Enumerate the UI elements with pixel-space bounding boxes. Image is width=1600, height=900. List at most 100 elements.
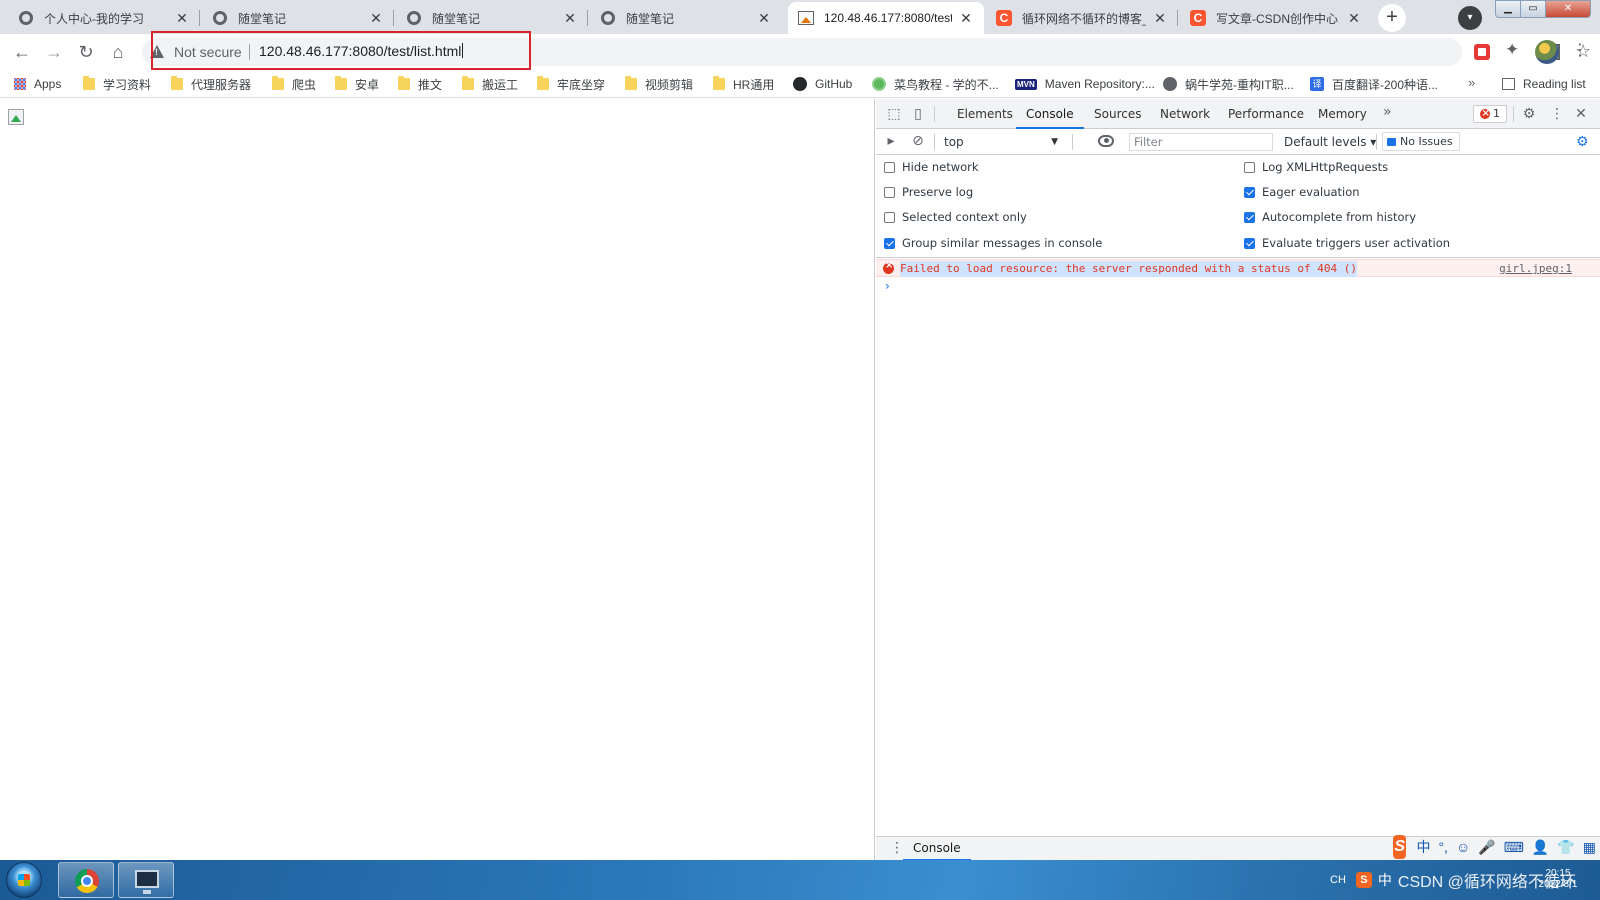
device-toolbar-icon[interactable]: ▯ bbox=[910, 106, 926, 122]
close-icon[interactable]: ✕ bbox=[958, 10, 974, 27]
ime-chinese-mode[interactable]: 中 bbox=[1416, 837, 1430, 857]
new-tab-button[interactable]: + bbox=[1378, 4, 1406, 32]
checkbox[interactable] bbox=[884, 186, 895, 198]
bookmark-snail[interactable]: 蜗牛学苑-重构IT职... bbox=[1163, 75, 1294, 93]
devtools-kebab-icon[interactable]: ⋮ bbox=[1549, 106, 1565, 122]
option-evaluate-triggers[interactable]: Evaluate triggers user activation bbox=[1244, 235, 1450, 251]
inspect-element-icon[interactable]: ⬚ bbox=[886, 106, 902, 122]
checkbox[interactable] bbox=[1244, 237, 1255, 249]
reading-list-button[interactable]: Reading list bbox=[1502, 75, 1586, 93]
bookmark-folder[interactable]: 视频剪辑 bbox=[625, 75, 693, 93]
option-autocomplete-history[interactable]: Autocomplete from history bbox=[1244, 209, 1416, 225]
option-eager-evaluation[interactable]: Eager evaluation bbox=[1244, 184, 1360, 200]
bookmark-github[interactable]: GitHub bbox=[793, 75, 852, 93]
checkbox[interactable] bbox=[1244, 211, 1255, 223]
issues-button[interactable]: No Issues bbox=[1382, 132, 1460, 151]
extensions-puzzle-icon[interactable]: ✦ bbox=[1505, 40, 1519, 60]
ime-skin-icon[interactable]: 👕 bbox=[1557, 839, 1574, 856]
tab-memory[interactable]: Memory bbox=[1318, 99, 1367, 129]
ime-punctuation-icon[interactable]: °, bbox=[1438, 839, 1448, 855]
browser-tab-active[interactable]: 120.48.46.177:8080/test/ ✕ bbox=[788, 2, 984, 34]
bookmark-folder[interactable]: 代理服务器 bbox=[171, 75, 251, 93]
option-preserve-log[interactable]: Preserve log bbox=[884, 184, 973, 200]
ime-mode-indicator[interactable]: 中 bbox=[1378, 870, 1392, 890]
tab-sources[interactable]: Sources bbox=[1094, 99, 1141, 129]
close-icon[interactable]: ✕ bbox=[756, 10, 772, 27]
sogou-logo-icon[interactable]: S bbox=[1393, 835, 1407, 859]
tab-search-icon[interactable]: ▾ bbox=[1458, 6, 1482, 30]
error-count-badge[interactable]: 1 bbox=[1473, 105, 1507, 123]
minimize-button[interactable]: ▁ bbox=[1495, 0, 1521, 18]
start-button[interactable] bbox=[6, 862, 42, 898]
tab-performance[interactable]: Performance bbox=[1228, 99, 1304, 129]
sogou-tray-icon[interactable]: S bbox=[1355, 872, 1372, 888]
menu-kebab-icon[interactable]: ⋮ bbox=[1572, 40, 1588, 60]
console-settings-gear-icon[interactable]: ⚙ bbox=[1576, 134, 1589, 150]
browser-tab[interactable]: 个人中心-我的学习 ✕ bbox=[8, 2, 200, 34]
close-icon[interactable]: ✕ bbox=[174, 10, 190, 27]
close-icon[interactable]: ✕ bbox=[1346, 10, 1362, 27]
tab-console[interactable]: Console bbox=[1016, 99, 1084, 129]
live-expression-eye-icon[interactable] bbox=[1098, 135, 1114, 147]
clear-console-icon[interactable]: ⊘ bbox=[910, 133, 926, 149]
ime-emoji-icon[interactable]: ☺ bbox=[1456, 839, 1470, 855]
bookmark-folder[interactable]: 爬虫 bbox=[272, 75, 316, 93]
checkbox[interactable] bbox=[1244, 186, 1255, 198]
bookmark-apps[interactable]: Apps bbox=[14, 75, 61, 93]
browser-tab[interactable]: 随堂笔记 ✕ bbox=[590, 2, 782, 34]
ime-toolbox-icon[interactable]: ▦ bbox=[1583, 839, 1596, 856]
checkbox[interactable] bbox=[884, 161, 895, 173]
browser-tab[interactable]: C 写文章-CSDN创作中心 ✕ bbox=[1180, 2, 1372, 34]
sidebar-toggle-icon[interactable]: ▸ bbox=[883, 133, 899, 149]
console-filter-input[interactable] bbox=[1129, 133, 1273, 151]
tab-network[interactable]: Network bbox=[1160, 99, 1210, 129]
bookmark-baidu[interactable]: 译百度翻译-200种语... bbox=[1310, 75, 1438, 93]
bookmark-folder[interactable]: 搬运工 bbox=[462, 75, 518, 93]
log-levels-select[interactable]: Default levels ▾ bbox=[1284, 133, 1376, 151]
gear-icon[interactable]: ⚙ bbox=[1521, 106, 1537, 122]
error-source-link[interactable]: girl.jpeg:1 bbox=[1499, 262, 1572, 275]
bookmark-folder[interactable]: 牢底坐穿 bbox=[537, 75, 605, 93]
drawer-tab-console[interactable]: Console bbox=[903, 837, 971, 861]
ime-user-icon[interactable]: 👤 bbox=[1532, 839, 1549, 856]
ime-keyboard-icon[interactable]: ⌨ bbox=[1504, 839, 1524, 856]
profile-avatar[interactable] bbox=[1535, 40, 1559, 64]
bookmark-folder[interactable]: 推文 bbox=[398, 75, 442, 93]
option-selected-context-only[interactable]: Selected context only bbox=[884, 209, 1027, 225]
context-select[interactable]: top ▼ bbox=[938, 133, 1064, 151]
system-clock[interactable]: 20:15 2022/8/1 bbox=[1528, 868, 1588, 890]
reload-icon[interactable]: ↻ bbox=[74, 40, 98, 64]
checkbox[interactable] bbox=[884, 237, 895, 249]
console-prompt-input[interactable]: › bbox=[885, 279, 890, 293]
more-tabs-chevron-icon[interactable]: » bbox=[1383, 104, 1392, 120]
close-icon[interactable]: ✕ bbox=[562, 10, 578, 27]
close-icon[interactable]: ✕ bbox=[1152, 10, 1168, 27]
ime-microphone-icon[interactable]: 🎤 bbox=[1478, 839, 1495, 856]
browser-tab[interactable]: 随堂笔记 ✕ bbox=[202, 2, 394, 34]
tab-elements[interactable]: Elements bbox=[957, 99, 1013, 129]
bookmark-folder[interactable]: 学习资料 bbox=[83, 75, 151, 93]
close-icon[interactable]: ✕ bbox=[368, 10, 384, 27]
option-group-similar[interactable]: Group similar messages in console bbox=[884, 235, 1102, 251]
forward-arrow-icon[interactable]: → bbox=[42, 40, 66, 64]
taskbar-remote-desktop-button[interactable] bbox=[118, 862, 174, 898]
checkbox[interactable] bbox=[884, 211, 895, 223]
bookmark-runoob[interactable]: 菜鸟教程 - 学的不... bbox=[872, 75, 999, 93]
close-window-button[interactable]: ✕ bbox=[1545, 0, 1591, 18]
close-icon[interactable]: ✕ bbox=[1573, 106, 1589, 122]
taskbar-chrome-button[interactable] bbox=[58, 862, 114, 898]
checkbox[interactable] bbox=[1244, 161, 1255, 173]
bookmarks-overflow-button[interactable]: » bbox=[1468, 75, 1475, 90]
option-hide-network[interactable]: Hide network bbox=[884, 159, 979, 175]
drawer-kebab-icon[interactable]: ⋮ bbox=[890, 840, 904, 856]
bookmark-folder[interactable]: HR通用 bbox=[713, 75, 774, 93]
maximize-button[interactable]: ▭ bbox=[1520, 0, 1546, 18]
browser-tab[interactable]: 随堂笔记 ✕ bbox=[396, 2, 588, 34]
browser-tab[interactable]: C 循环网络不循环的博客_C ✕ bbox=[986, 2, 1178, 34]
extension-icon[interactable] bbox=[1474, 44, 1490, 60]
language-indicator[interactable]: CH bbox=[1330, 874, 1346, 886]
bookmark-folder[interactable]: 安卓 bbox=[335, 75, 379, 93]
bookmark-maven[interactable]: MVN Maven Repository:... bbox=[1015, 75, 1155, 93]
option-log-xhr[interactable]: Log XMLHttpRequests bbox=[1244, 159, 1388, 175]
home-icon[interactable]: ⌂ bbox=[106, 40, 130, 64]
